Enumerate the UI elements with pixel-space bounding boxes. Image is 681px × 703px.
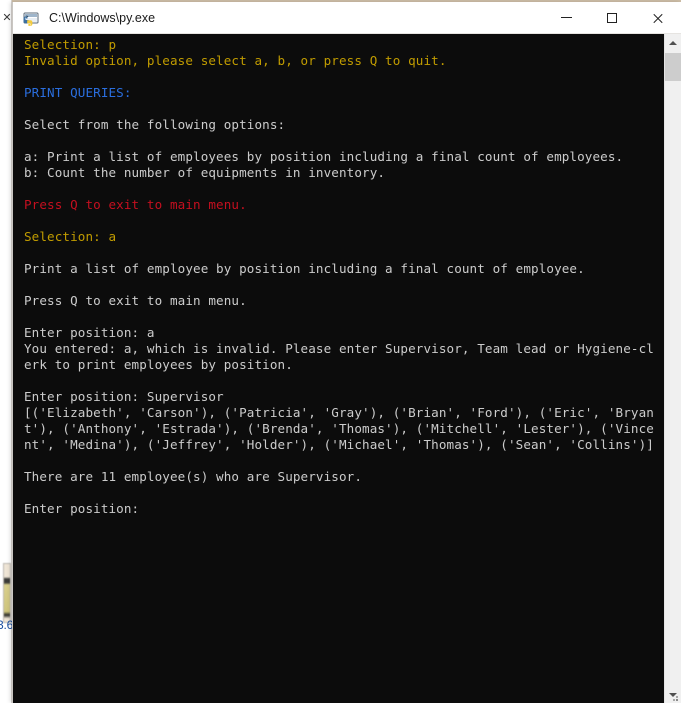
window-title: C:\Windows\py.exe bbox=[49, 10, 156, 25]
console-line: erk to print employees by position. bbox=[24, 357, 293, 372]
background-taskbar-thumbnail[interactable] bbox=[3, 563, 11, 623]
scrollbar-track[interactable] bbox=[665, 51, 681, 686]
console-line: Enter position: bbox=[24, 501, 140, 516]
console-line: nt', 'Medina'), ('Jeffrey', 'Holder'), (… bbox=[24, 437, 654, 452]
console-window: C:\Windows\py.exe Selection: p Invalid op… bbox=[12, 2, 681, 703]
close-button[interactable] bbox=[635, 2, 681, 33]
console-line: Print a list of employee by position inc… bbox=[24, 261, 585, 276]
console-line: Selection: p bbox=[24, 37, 117, 52]
chevron-up-icon bbox=[669, 40, 677, 45]
console-line: There are 11 employee(s) who are Supervi… bbox=[24, 469, 363, 484]
console-line: PRINT QUERIES: bbox=[24, 85, 132, 100]
console-line: Invalid option, please select a, b, or p… bbox=[24, 53, 447, 68]
console-line: Press Q to exit to main menu. bbox=[24, 197, 247, 212]
minimize-button[interactable] bbox=[543, 2, 589, 33]
console-scrollbar[interactable] bbox=[664, 34, 681, 703]
console-line: [('Elizabeth', 'Carson'), ('Patricia', '… bbox=[24, 405, 654, 420]
console-line: b: Count the number of equipments in inv… bbox=[24, 165, 386, 180]
console-output-area[interactable]: Selection: p Invalid option, please selec… bbox=[13, 34, 681, 703]
resize-grip[interactable] bbox=[668, 690, 680, 702]
console-line: Enter position: Supervisor bbox=[24, 389, 224, 404]
python-console-icon bbox=[22, 9, 40, 27]
scrollbar-up-button[interactable] bbox=[665, 34, 681, 51]
console-line: a: Print a list of employees by position… bbox=[24, 149, 624, 164]
console-line: Press Q to exit to main menu. bbox=[24, 293, 247, 308]
console-line: Selection: a bbox=[24, 229, 117, 244]
close-icon bbox=[652, 12, 664, 24]
scrollbar-thumb[interactable] bbox=[665, 53, 681, 81]
screen: ✕ 3.6 C:\Windows\py.exe Selection: p Inv… bbox=[0, 0, 681, 703]
console-text: Selection: p Invalid option, please selec… bbox=[13, 34, 654, 517]
console-line: Enter position: a bbox=[24, 325, 155, 340]
title-bar[interactable]: C:\Windows\py.exe bbox=[13, 2, 681, 34]
maximize-icon bbox=[607, 12, 617, 23]
maximize-button[interactable] bbox=[589, 2, 635, 33]
console-line: Select from the following options: bbox=[24, 117, 286, 132]
console-line: t'), ('Anthony', 'Estrada'), ('Brenda', … bbox=[24, 421, 654, 436]
console-line: You entered: a, which is invalid. Please… bbox=[24, 341, 654, 356]
minimize-icon bbox=[560, 17, 572, 18]
